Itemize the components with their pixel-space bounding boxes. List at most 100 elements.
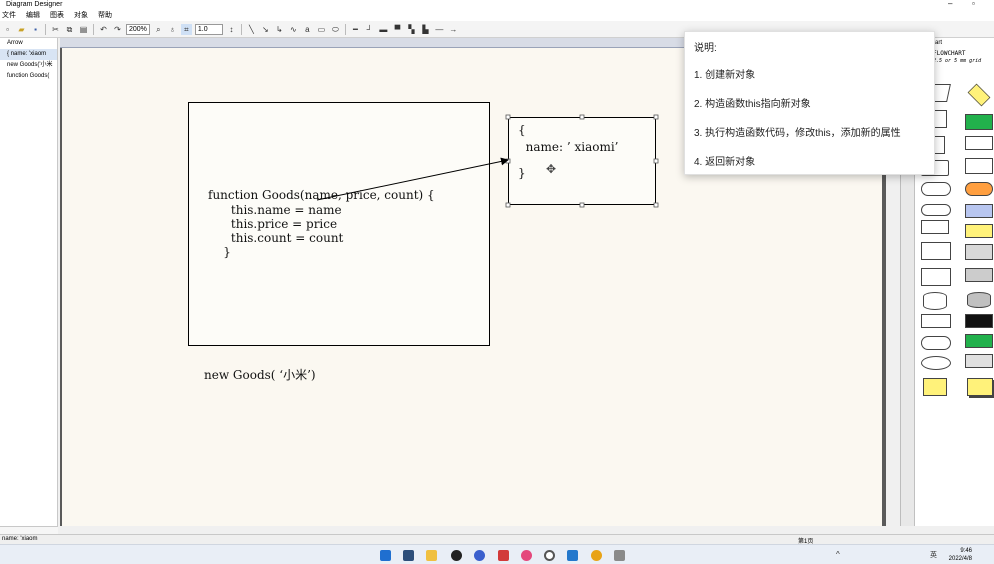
clock-time: 9:46	[960, 548, 972, 554]
explanation-popup: 说明: 1. 创建新对象 2. 构造函数this指向新对象 3. 执行构造函数代…	[684, 31, 935, 175]
task-view-icon[interactable]	[403, 550, 414, 561]
shape-gray-manual[interactable]	[965, 268, 993, 282]
shape-data[interactable]	[921, 220, 949, 234]
tree-item-arrow[interactable]: Arrow	[0, 38, 57, 49]
shape-gray-display[interactable]	[965, 244, 993, 260]
popup-step-3: 3. 执行构造函数代码，修改this，添加新的属性	[694, 128, 901, 139]
palette-subtitle: 2.5 or 5 mm grid	[933, 58, 982, 64]
menu-diagram[interactable]: 图表	[50, 10, 64, 20]
shape-yellow-input[interactable]	[965, 224, 993, 238]
tray-chevron-icon[interactable]: ^	[836, 550, 840, 559]
app-icon-pink[interactable]	[521, 550, 532, 561]
shape-ellipse[interactable]	[921, 356, 951, 370]
shape-loop[interactable]	[921, 314, 951, 328]
status-bar: name: 'xiaom 第1页	[0, 534, 994, 545]
zoom-select[interactable]: 200%	[126, 23, 150, 35]
menu-object[interactable]: 对象	[74, 10, 88, 20]
shape-terminator[interactable]	[921, 182, 951, 196]
input-method-indicator[interactable]: 英	[930, 550, 937, 560]
connector-tool-icon[interactable]: ↳	[274, 24, 285, 35]
bulb-icon[interactable]: ♁	[167, 24, 178, 35]
tree-item-function[interactable]: function Goods(	[0, 71, 57, 82]
shape-black-stop[interactable]	[965, 314, 993, 328]
shape-manual[interactable]	[921, 268, 951, 286]
paste-icon[interactable]: ▤	[78, 24, 89, 35]
rect-tool-icon[interactable]: ▭	[316, 24, 327, 35]
diagram-app-icon[interactable]	[614, 550, 625, 561]
shape-gray-database[interactable]	[967, 292, 991, 308]
popup-step-2: 2. 构造函数this指向新对象	[694, 99, 811, 110]
shape-database[interactable]	[923, 292, 947, 310]
clock[interactable]: 9:46 2022/4/8	[949, 547, 972, 563]
app-icon-blue[interactable]	[474, 550, 485, 561]
shape-note-stack[interactable]	[967, 378, 993, 396]
shape-table[interactable]	[965, 136, 993, 150]
popup-step-4: 4. 返回新对象	[694, 157, 756, 168]
popup-step-1: 1. 创建新对象	[694, 70, 756, 81]
redo-icon[interactable]: ↷	[112, 24, 123, 35]
group-icon[interactable]: ▚	[406, 24, 417, 35]
window-title: Diagram Designer	[6, 1, 63, 8]
cut-icon[interactable]: ✂	[50, 24, 61, 35]
ungroup-icon[interactable]: ▙	[420, 24, 431, 35]
menu-help[interactable]: 帮助	[98, 10, 112, 20]
taskbar: ^ 英 9:46 2022/4/8	[0, 544, 994, 564]
menu-bar: 文件 编辑 图表 对象 帮助	[0, 9, 994, 21]
tree-item-new-goods[interactable]: new Goods('小米	[0, 60, 57, 71]
tree-item-object[interactable]: { name: 'xiaom	[0, 49, 57, 60]
chrome-icon[interactable]	[591, 550, 602, 561]
shape-rounded[interactable]	[921, 204, 951, 216]
shape-blue-data[interactable]	[965, 204, 993, 218]
app-icon-dark[interactable]	[451, 550, 462, 561]
new-icon[interactable]: ▫	[2, 24, 13, 35]
palette-title: FLOWCHART	[933, 50, 966, 57]
vscode-icon[interactable]	[567, 550, 578, 561]
arrow-end-icon[interactable]: →	[448, 24, 459, 35]
maximize-button[interactable]: ▫	[972, 0, 975, 8]
menu-edit[interactable]: 编辑	[26, 10, 40, 20]
line-width-input[interactable]: 1.0	[194, 23, 223, 35]
shape-triangle-merge[interactable]	[965, 354, 993, 368]
start-icon[interactable]	[380, 550, 391, 561]
app-icon-circle[interactable]	[544, 550, 555, 561]
palette-header: art	[935, 40, 943, 46]
spinner-icon[interactable]: ↕	[226, 24, 237, 35]
shape-box[interactable]	[965, 158, 993, 174]
line-style-icon[interactable]: ━	[350, 24, 361, 35]
ellipse-tool-icon[interactable]: ⬭	[330, 24, 341, 35]
menu-file[interactable]: 文件	[2, 10, 16, 20]
polyline-tool-icon[interactable]: ∿	[288, 24, 299, 35]
shape-green-process[interactable]	[965, 114, 993, 130]
tree-footer	[0, 526, 58, 534]
align-icon[interactable]: ▬	[378, 24, 389, 35]
save-icon[interactable]: ▪	[30, 24, 41, 35]
toolbar-divider	[344, 23, 346, 35]
minimize-button[interactable]: –	[948, 0, 952, 8]
arrow-tool-icon[interactable]: ↘	[260, 24, 271, 35]
toolbar-divider	[45, 23, 46, 35]
text-tool-icon[interactable]: a	[302, 24, 313, 35]
open-icon[interactable]: ▰	[16, 24, 27, 35]
shape-green-box[interactable]	[965, 334, 993, 348]
shape-decision[interactable]	[967, 83, 991, 107]
snap-icon[interactable]: ⌗	[180, 23, 192, 35]
file-explorer-icon[interactable]	[426, 550, 437, 561]
line-end-icon[interactable]: ┘	[364, 24, 375, 35]
toolbar-divider	[93, 23, 94, 35]
copy-icon[interactable]: ⧉	[64, 24, 75, 35]
object-tree: Arrow { name: 'xiaom new Goods('小米 funct…	[0, 38, 58, 526]
line-thin-icon[interactable]: —	[434, 24, 445, 35]
layer-icon[interactable]: ▀	[392, 24, 403, 35]
popup-title: 说明:	[694, 43, 717, 54]
toolbar-divider	[240, 23, 242, 35]
status-selection: name: 'xiaom	[2, 536, 38, 542]
shape-orange-terminator[interactable]	[965, 182, 993, 196]
shape-stop[interactable]	[921, 336, 951, 350]
undo-icon[interactable]: ↶	[98, 24, 109, 35]
line-tool-icon[interactable]: ╲	[246, 24, 257, 35]
shape-note-yellow[interactable]	[923, 378, 947, 396]
zoom-icon[interactable]: ⌕	[153, 24, 164, 35]
shape-display[interactable]	[921, 242, 951, 260]
new-call-text: new Goods( ‘小米’)	[204, 368, 316, 382]
app-icon-red[interactable]	[498, 550, 509, 561]
